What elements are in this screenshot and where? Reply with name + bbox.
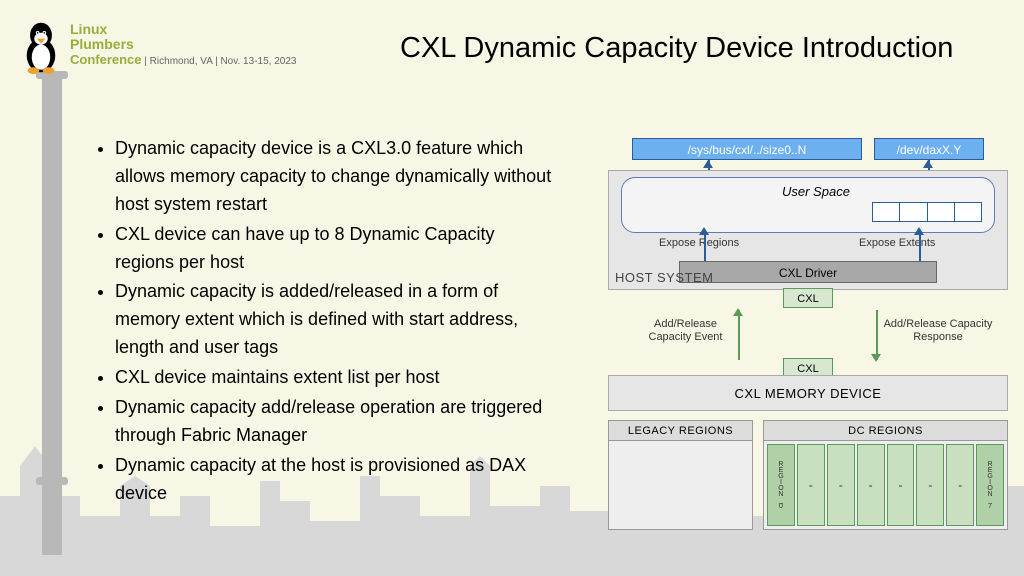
logo-line1: Linux <box>70 22 296 37</box>
region-dash-col: - <box>857 444 885 526</box>
expose-extents-label: Expose Extents <box>859 237 935 249</box>
logo-meta: | Richmond, VA | Nov. 13-15, 2023 <box>142 56 297 67</box>
arrow-line <box>876 310 878 360</box>
expose-regions-label: Expose Regions <box>659 237 739 249</box>
architecture-diagram: /sys/bus/cxl/../size0..N /dev/daxX.Y Use… <box>608 130 1008 550</box>
sysfs-path-box: /sys/bus/cxl/../size0..N <box>632 138 862 160</box>
user-space-box: User Space <box>621 177 995 233</box>
arrow-up-icon <box>914 227 924 235</box>
bullet-list: Dynamic capacity device is a CXL3.0 feat… <box>95 135 555 510</box>
penguin-icon <box>20 20 62 75</box>
pipe-decoration <box>34 75 70 555</box>
region-0-col: REGION_0 <box>767 444 795 526</box>
arrow-line <box>919 233 921 261</box>
region-dash-col: - <box>887 444 915 526</box>
logo-conference-word: Conference <box>70 52 142 67</box>
bullet-item: Dynamic capacity is added/released in a … <box>115 278 555 362</box>
arrow-up-icon <box>733 308 743 316</box>
add-release-event-label: Add/Release Capacity Event <box>638 318 733 344</box>
dc-regions-header: DC REGIONS <box>764 421 1007 441</box>
host-system-label: HOST SYSTEM <box>615 270 713 285</box>
slide-title: CXL Dynamic Capacity Device Introduction <box>400 30 953 68</box>
bullet-item: Dynamic capacity at the host is provisio… <box>115 452 555 508</box>
region-dash-col: - <box>916 444 944 526</box>
arrow-line <box>738 310 740 360</box>
region-7-col: REGION_7 <box>976 444 1004 526</box>
arrow-up-icon <box>703 160 713 168</box>
logo-line2: Plumbers <box>70 37 296 52</box>
bullet-item: CXL device can have up to 8 Dynamic Capa… <box>115 221 555 277</box>
region-dash-col: - <box>946 444 974 526</box>
arrow-line <box>704 233 706 261</box>
bullet-item: CXL device maintains extent list per hos… <box>115 364 555 392</box>
legacy-regions-box: LEGACY REGIONS <box>608 420 753 530</box>
add-release-response-label: Add/Release Capacity Response <box>883 318 993 344</box>
arrow-up-icon <box>923 160 933 168</box>
bullet-item: Dynamic capacity device is a CXL3.0 feat… <box>115 135 555 219</box>
extent-bar <box>872 202 982 222</box>
user-space-label: User Space <box>782 184 850 199</box>
dc-regions-box: DC REGIONS REGION_0 - - - - - - REGION_7 <box>763 420 1008 530</box>
arrow-down-icon <box>871 354 881 362</box>
cxl-chip-top: CXL <box>783 288 833 308</box>
dev-path-box: /dev/daxX.Y <box>874 138 984 160</box>
region-dash-col: - <box>797 444 825 526</box>
cxl-memory-device-box: CXL MEMORY DEVICE <box>608 375 1008 411</box>
host-system-box: User Space Expose Regions Expose Extents… <box>608 170 1008 290</box>
arrow-up-icon <box>699 227 709 235</box>
legacy-regions-header: LEGACY REGIONS <box>609 421 752 441</box>
conference-logo: Linux Plumbers Conference | Richmond, VA… <box>20 20 296 75</box>
region-dash-col: - <box>827 444 855 526</box>
cxl-driver-box: CXL Driver <box>679 261 937 283</box>
bullet-item: Dynamic capacity add/release operation a… <box>115 394 555 450</box>
